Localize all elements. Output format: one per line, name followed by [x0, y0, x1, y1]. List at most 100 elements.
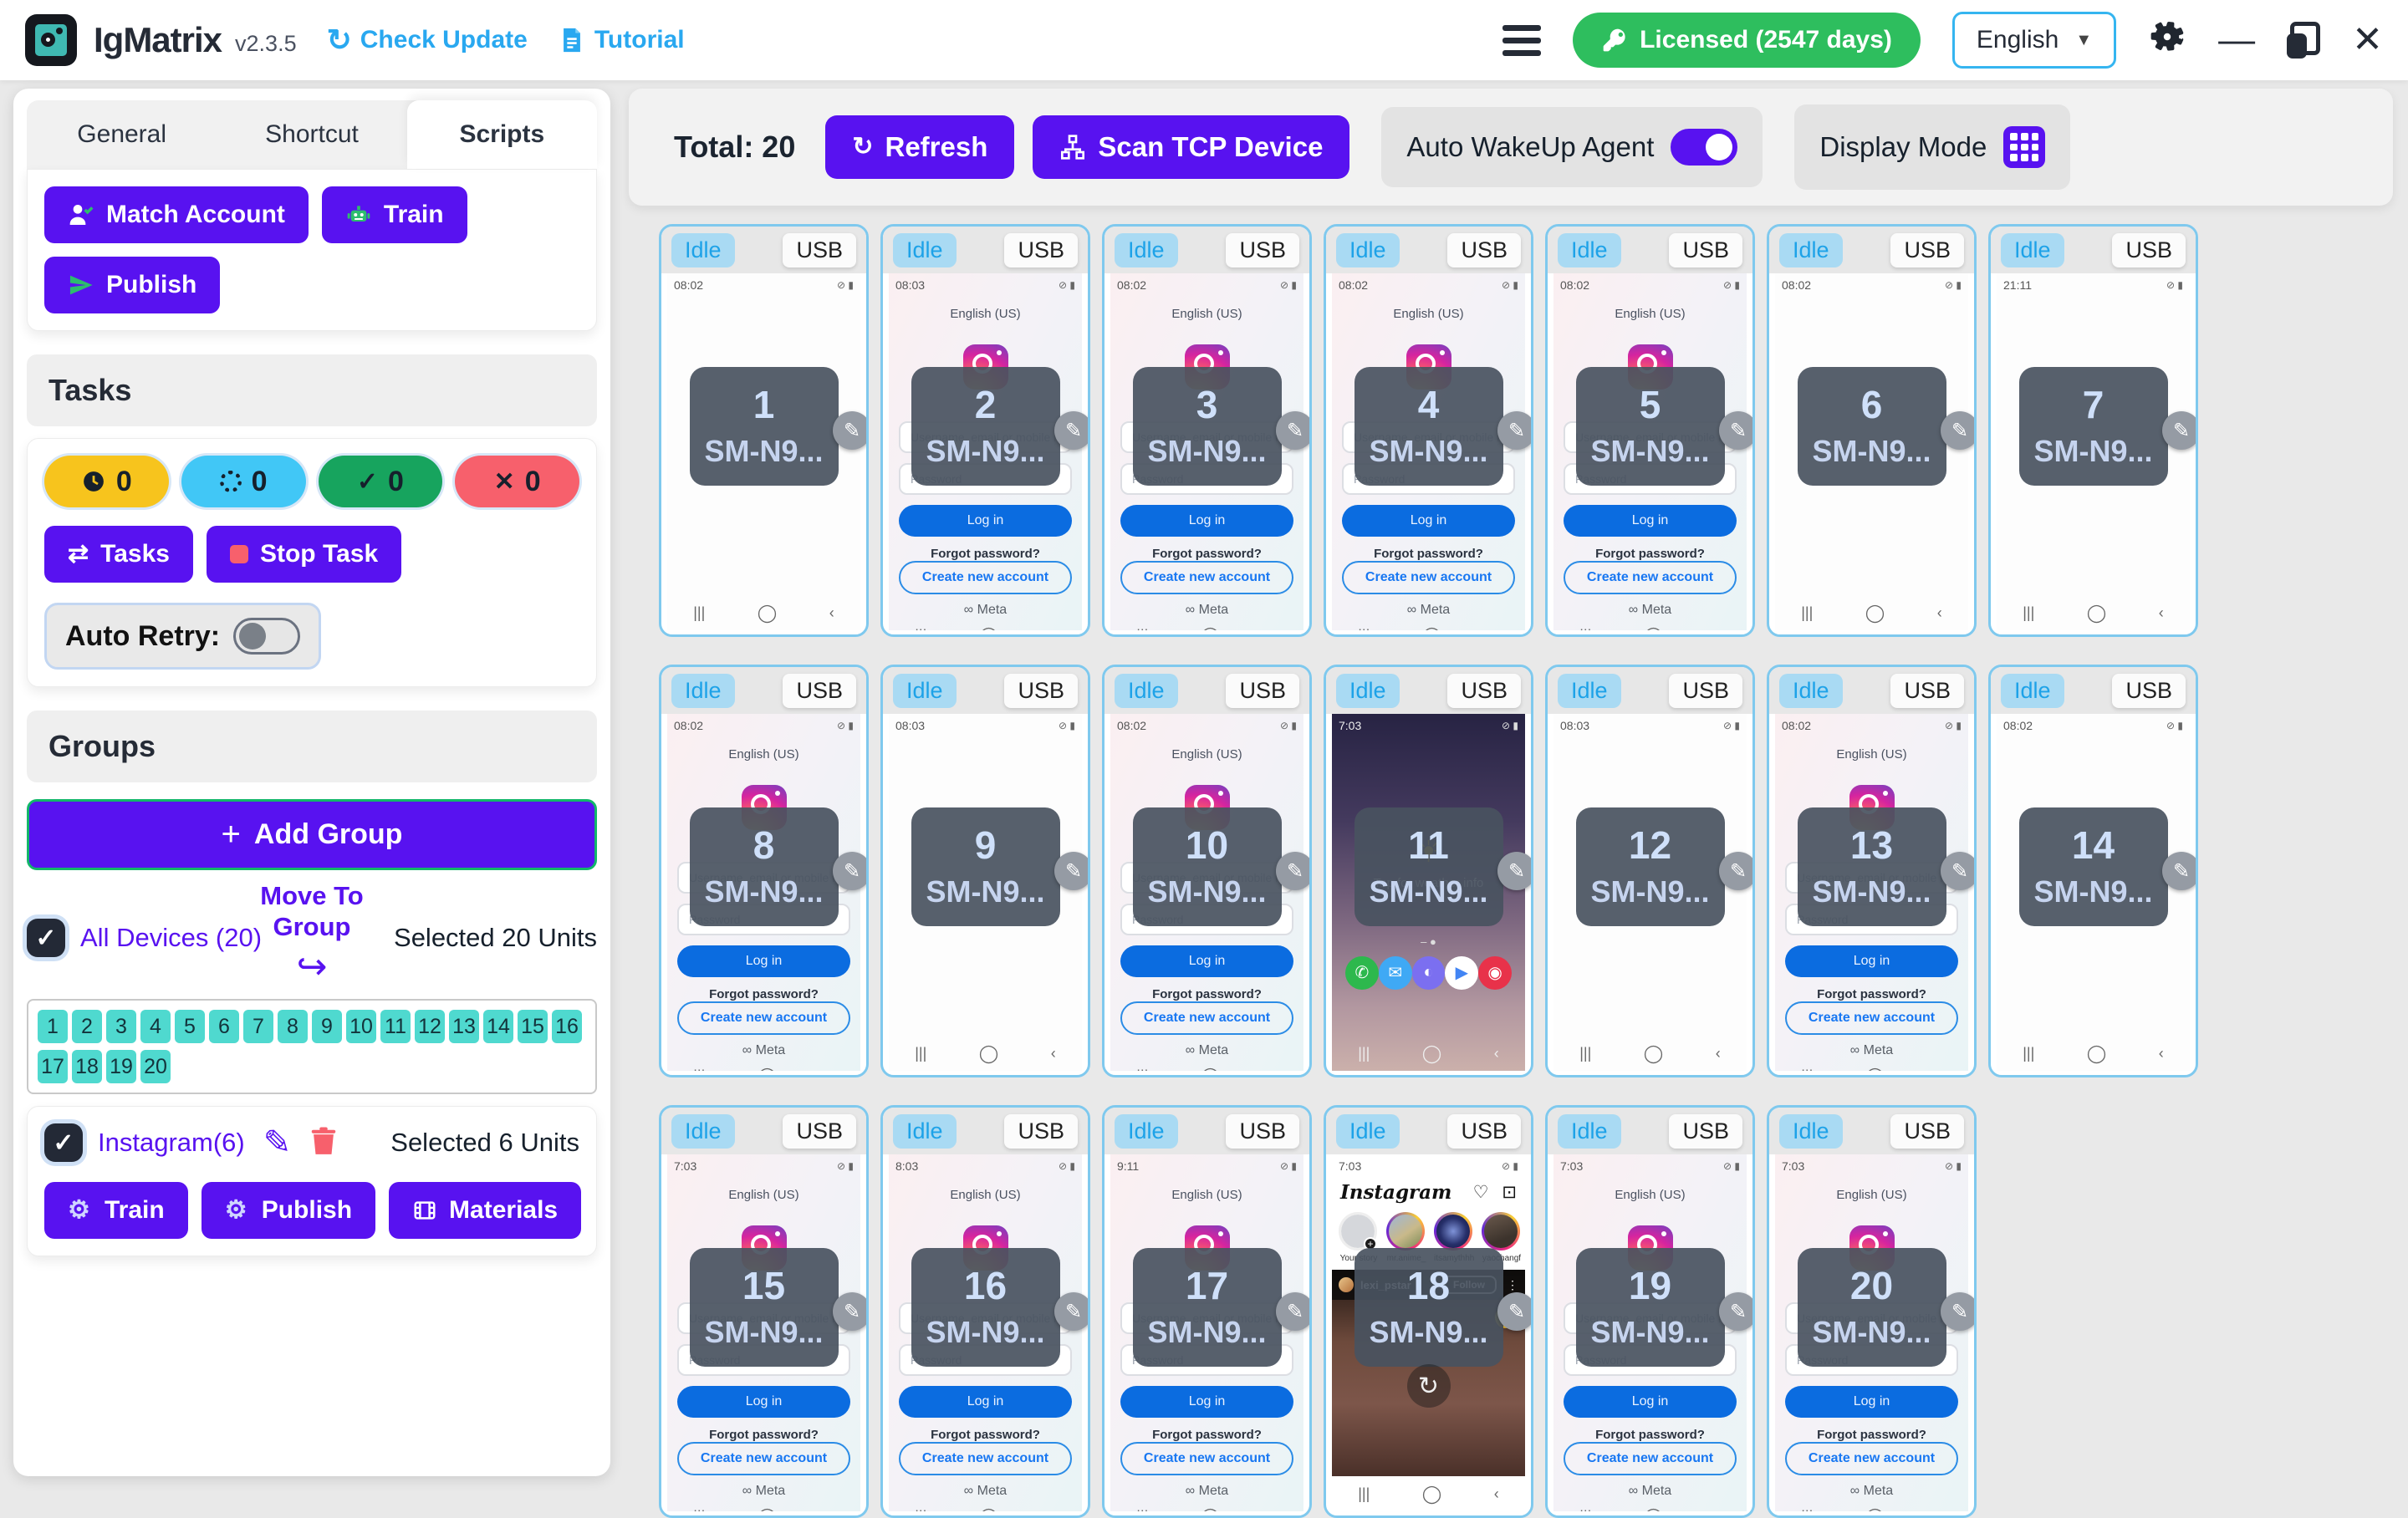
unit-chip-15[interactable]: 15 [518, 1010, 548, 1043]
forgot-password-link[interactable]: Forgot password? [1110, 547, 1303, 561]
settings-gear-icon[interactable] [2148, 18, 2186, 63]
unit-chip-9[interactable]: 9 [312, 1010, 342, 1043]
device-card[interactable]: Idle USB 08:03⊘ ▮|||◯‹ 9 SM-N9... ✎ [880, 665, 1090, 1077]
device-edit-button[interactable]: ✎ [1941, 852, 1977, 890]
all-devices-checkbox[interactable]: ✓ [27, 919, 65, 957]
device-card[interactable]: Idle USB 7:03⊘ ▮ ☀Tap for weather info –… [1324, 665, 1533, 1077]
forgot-password-link[interactable]: Forgot password? [1553, 1428, 1747, 1442]
create-account-button[interactable]: Create new account [1120, 1001, 1293, 1035]
device-edit-button[interactable]: ✎ [1497, 1292, 1533, 1331]
device-edit-button[interactable]: ✎ [1497, 411, 1533, 450]
group-train-button[interactable]: ⚙ Train [44, 1182, 188, 1239]
grid-display-icon[interactable] [2003, 126, 2045, 168]
forgot-password-link[interactable]: Forgot password? [667, 987, 860, 1001]
device-edit-button[interactable]: ✎ [1719, 852, 1755, 890]
login-button[interactable]: Log in [677, 945, 850, 977]
scan-tcp-button[interactable]: Scan TCP Device [1033, 115, 1349, 179]
device-edit-button[interactable]: ✎ [1054, 411, 1090, 450]
unit-chip-5[interactable]: 5 [175, 1010, 205, 1043]
device-edit-button[interactable]: ✎ [833, 852, 869, 890]
device-edit-button[interactable]: ✎ [1054, 852, 1090, 890]
forgot-password-link[interactable]: Forgot password? [1110, 987, 1303, 1001]
forgot-password-link[interactable]: Forgot password? [1775, 987, 1968, 1001]
delete-group-icon[interactable] [308, 1124, 339, 1162]
unit-chip-8[interactable]: 8 [278, 1010, 308, 1043]
group-label[interactable]: Instagram(6) [98, 1128, 245, 1158]
unit-chip-6[interactable]: 6 [209, 1010, 239, 1043]
train-button[interactable]: Train [322, 186, 467, 243]
login-button[interactable]: Log in [1342, 505, 1515, 537]
device-edit-button[interactable]: ✎ [1276, 1292, 1312, 1331]
unit-chip-2[interactable]: 2 [72, 1010, 102, 1043]
publish-button[interactable]: Publish [44, 257, 220, 313]
unit-chip-20[interactable]: 20 [140, 1050, 171, 1083]
unit-chip-7[interactable]: 7 [243, 1010, 273, 1043]
device-card[interactable]: Idle USB 08:02⊘ ▮ English (US) Username,… [1767, 665, 1977, 1077]
tab-shortcut[interactable]: Shortcut [217, 100, 406, 169]
device-edit-button[interactable]: ✎ [2162, 411, 2198, 450]
tasks-button[interactable]: ⇄ Tasks [44, 526, 193, 583]
unit-chip-13[interactable]: 13 [449, 1010, 479, 1043]
device-card[interactable]: Idle USB 08:02⊘ ▮|||◯‹ 1 SM-N9... ✎ [659, 224, 869, 637]
forgot-password-link[interactable]: Forgot password? [889, 547, 1082, 561]
forgot-password-link[interactable]: Forgot password? [1332, 547, 1525, 561]
group-materials-button[interactable]: Materials [389, 1182, 581, 1239]
tutorial-link[interactable]: Tutorial [558, 26, 685, 54]
device-card[interactable]: Idle USB 7:03⊘ ▮ Instagram ♡⊡ +Your stor… [1324, 1105, 1533, 1518]
unit-chip-12[interactable]: 12 [415, 1010, 445, 1043]
unit-chip-16[interactable]: 16 [552, 1010, 582, 1043]
device-card[interactable]: Idle USB 08:02⊘ ▮|||◯‹ 6 SM-N9... ✎ [1767, 224, 1977, 637]
tab-scripts[interactable]: Scripts [407, 100, 597, 169]
group-publish-button[interactable]: ⚙ Publish [202, 1182, 375, 1239]
unit-chip-17[interactable]: 17 [38, 1050, 68, 1083]
close-button[interactable]: ✕ [2352, 22, 2383, 59]
restore-window-button[interactable] [2287, 22, 2320, 59]
tab-general[interactable]: General [27, 100, 217, 169]
move-to-group-button[interactable]: Move To Group ↪ [220, 880, 404, 990]
forgot-password-link[interactable]: Forgot password? [1110, 1428, 1303, 1442]
create-account-button[interactable]: Create new account [677, 1442, 850, 1475]
device-card[interactable]: Idle USB 8:03⊘ ▮ English (US) Username, … [880, 1105, 1090, 1518]
device-card[interactable]: Idle USB 08:02⊘ ▮ English (US) Username,… [1545, 224, 1755, 637]
auto-retry-toggle[interactable] [233, 618, 300, 655]
check-update-link[interactable]: ↻ Check Update [327, 23, 528, 58]
create-account-button[interactable]: Create new account [1120, 1442, 1293, 1475]
create-account-button[interactable]: Create new account [1564, 561, 1737, 594]
add-group-button[interactable]: + Add Group [27, 799, 597, 870]
device-edit-button[interactable]: ✎ [833, 1292, 869, 1331]
auto-wakeup-toggle[interactable] [1671, 129, 1737, 166]
forgot-password-link[interactable]: Forgot password? [1553, 547, 1747, 561]
device-card[interactable]: Idle USB 08:03⊘ ▮|||◯‹ 12 SM-N9... ✎ [1545, 665, 1755, 1077]
device-card[interactable]: Idle USB 08:03⊘ ▮ English (US) Username,… [880, 224, 1090, 637]
unit-chip-19[interactable]: 19 [106, 1050, 136, 1083]
unit-chip-3[interactable]: 3 [106, 1010, 136, 1043]
create-account-button[interactable]: Create new account [899, 561, 1072, 594]
forgot-password-link[interactable]: Forgot password? [889, 1428, 1082, 1442]
login-button[interactable]: Log in [1564, 505, 1737, 537]
create-account-button[interactable]: Create new account [1785, 1442, 1958, 1475]
unit-chip-1[interactable]: 1 [38, 1010, 68, 1043]
login-button[interactable]: Log in [899, 505, 1072, 537]
login-button[interactable]: Log in [1564, 1386, 1737, 1418]
language-select[interactable]: English ▼ [1952, 12, 2116, 69]
create-account-button[interactable]: Create new account [677, 1001, 850, 1035]
login-button[interactable]: Log in [677, 1386, 850, 1418]
stop-task-button[interactable]: Stop Task [207, 526, 401, 583]
unit-chip-11[interactable]: 11 [380, 1010, 411, 1043]
device-card[interactable]: Idle USB 08:02⊘ ▮ English (US) Username,… [1102, 665, 1312, 1077]
device-edit-button[interactable]: ✎ [1054, 1292, 1090, 1331]
group-checkbox[interactable]: ✓ [44, 1123, 83, 1162]
minimize-button[interactable]: — [2218, 22, 2255, 59]
unit-chip-18[interactable]: 18 [72, 1050, 102, 1083]
create-account-button[interactable]: Create new account [1564, 1442, 1737, 1475]
device-edit-button[interactable]: ✎ [1497, 852, 1533, 890]
device-card[interactable]: Idle USB 7:03⊘ ▮ English (US) Username, … [659, 1105, 869, 1518]
device-card[interactable]: Idle USB 08:02⊘ ▮ English (US) Username,… [1102, 224, 1312, 637]
forgot-password-link[interactable]: Forgot password? [667, 1428, 860, 1442]
device-edit-button[interactable]: ✎ [833, 411, 869, 450]
device-edit-button[interactable]: ✎ [2162, 852, 2198, 890]
edit-group-icon[interactable]: ✎ [263, 1123, 292, 1162]
login-button[interactable]: Log in [1120, 505, 1293, 537]
device-card[interactable]: Idle USB 08:02⊘ ▮ English (US) Username,… [659, 665, 869, 1077]
device-card[interactable]: Idle USB 9:11⊘ ▮ English (US) Username, … [1102, 1105, 1312, 1518]
